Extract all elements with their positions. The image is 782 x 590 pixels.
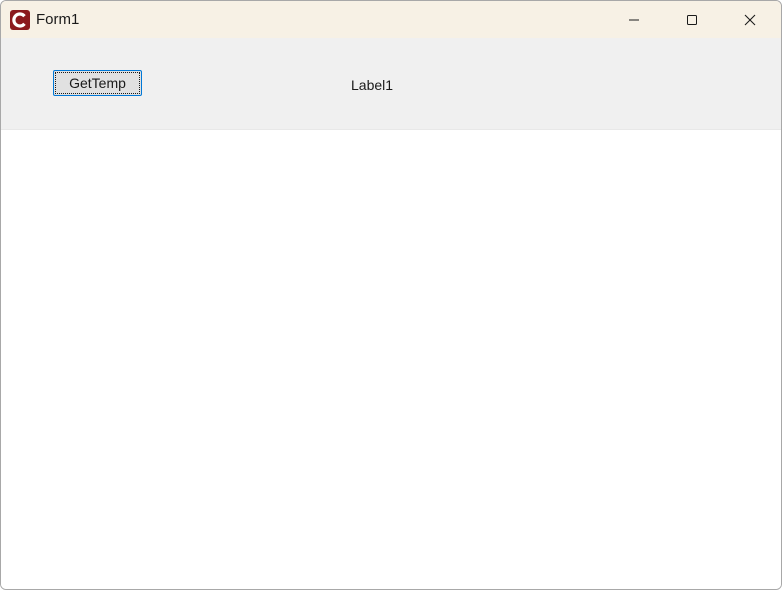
window-title: Form1: [36, 11, 80, 28]
maximize-button[interactable]: [663, 1, 721, 38]
label1: Label1: [351, 77, 394, 93]
minimize-button[interactable]: [605, 1, 663, 38]
title-bar[interactable]: Form1: [1, 1, 781, 38]
client-area: [1, 130, 781, 589]
app-c-icon[interactable]: [10, 10, 30, 30]
close-button[interactable]: [721, 1, 779, 38]
maximize-icon: [687, 15, 697, 25]
top-panel: GetTemp Label1: [1, 38, 781, 130]
minimize-icon: [629, 19, 639, 21]
close-icon: [744, 14, 756, 26]
gettemp-button-label: GetTemp: [69, 75, 126, 91]
gettemp-button[interactable]: GetTemp: [53, 70, 142, 96]
app-window: Form1 GetTemp Label1: [0, 0, 782, 590]
